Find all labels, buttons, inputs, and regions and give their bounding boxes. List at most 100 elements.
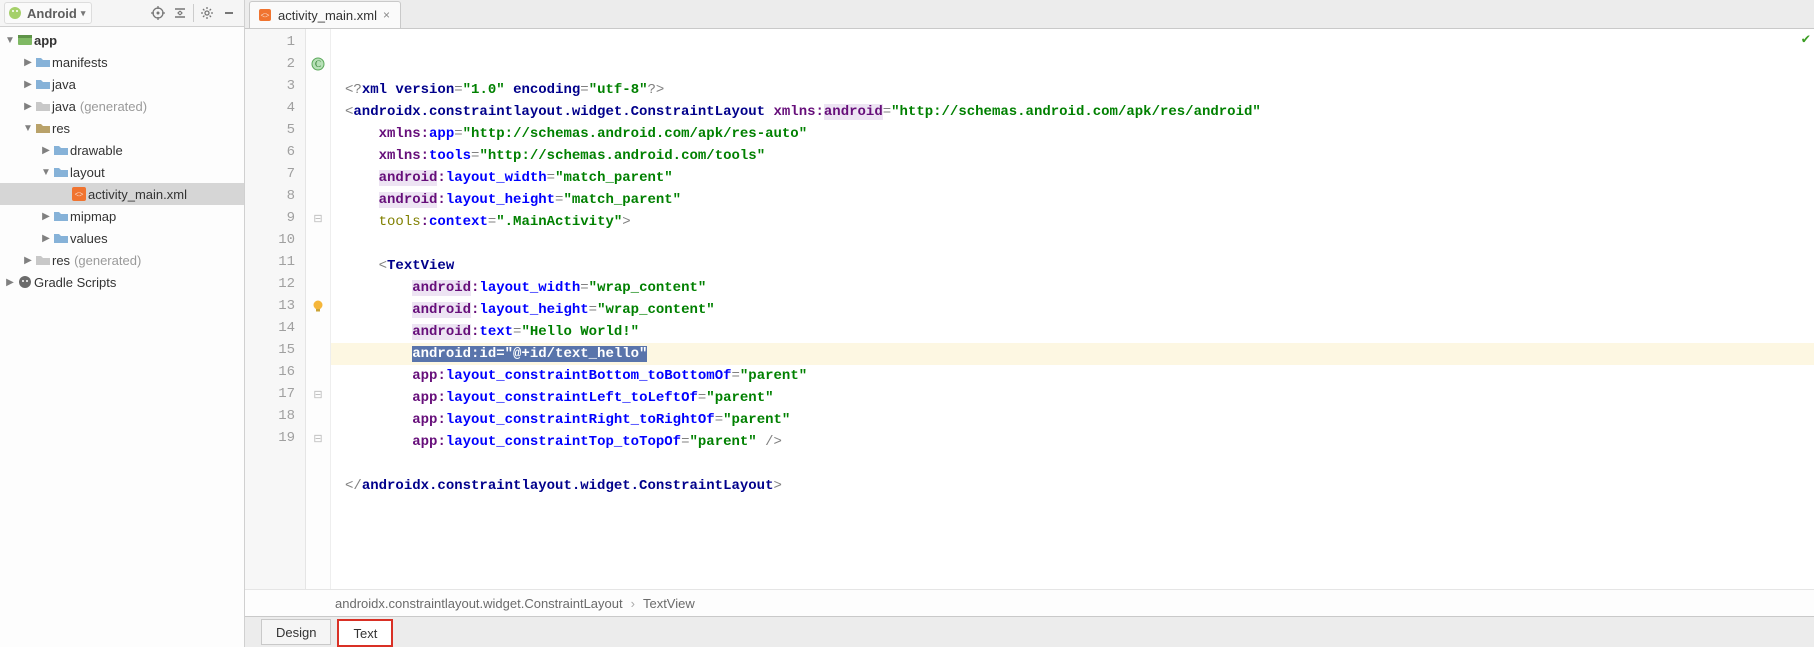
code-line[interactable]: </androidx.constraintlayout.widget.Const…: [331, 475, 1814, 497]
close-icon[interactable]: ×: [383, 8, 390, 22]
code-body[interactable]: ✔ <?xml version="1.0" encoding="utf-8"?>…: [331, 29, 1814, 589]
tree-item[interactable]: ▶mipmap: [0, 205, 244, 227]
chevron-right-icon: ›: [631, 596, 635, 611]
code-line[interactable]: app:layout_constraintRight_toRightOf="pa…: [331, 409, 1814, 431]
tree-item[interactable]: ▶ Gradle Scripts: [0, 271, 244, 293]
svg-text:<>: <>: [260, 11, 270, 20]
folder-icon: [34, 76, 52, 92]
tree-item-label: res: [52, 121, 70, 136]
expand-arrow-icon[interactable]: ▶: [22, 79, 34, 90]
expand-arrow-icon[interactable]: ▶: [22, 255, 34, 266]
code-line[interactable]: <?xml version="1.0" encoding="utf-8"?>: [331, 79, 1814, 101]
tab-text[interactable]: Text: [337, 619, 393, 647]
code-line[interactable]: android:layout_width="match_parent": [331, 167, 1814, 189]
designer-tabs: Design Text: [245, 616, 1814, 647]
expand-arrow-icon[interactable]: ▶: [4, 277, 16, 288]
target-icon[interactable]: [147, 2, 169, 24]
expand-arrow-icon[interactable]: ▶: [40, 145, 52, 156]
code-line[interactable]: xmlns:tools="http://schemas.android.com/…: [331, 145, 1814, 167]
folder-res-icon: [34, 120, 52, 136]
code-line[interactable]: [331, 453, 1814, 475]
code-line[interactable]: <TextView: [331, 255, 1814, 277]
expand-arrow-icon[interactable]: ▶: [22, 101, 34, 112]
breadcrumb[interactable]: androidx.constraintlayout.widget.Constra…: [245, 589, 1814, 616]
folder-icon: [52, 208, 70, 224]
code-line[interactable]: tools:context=".MainActivity">: [331, 211, 1814, 233]
folder-gen-icon: [34, 252, 52, 268]
tree-item[interactable]: ▶ manifests: [0, 51, 244, 73]
android-icon: [7, 5, 23, 21]
xml-file-icon: <>: [258, 8, 272, 22]
tree-item-label: java: [52, 99, 76, 114]
tree-item[interactable]: ▼ layout: [0, 161, 244, 183]
tree-item[interactable]: ▶ java: [0, 73, 244, 95]
tree-item-label: drawable: [70, 143, 123, 158]
expand-arrow-icon[interactable]: ▼: [22, 123, 34, 134]
expand-arrow-icon[interactable]: ▶: [40, 233, 52, 244]
expand-arrow-icon[interactable]: ▼: [4, 35, 16, 46]
line-gutter: 12345678910111213141516171819: [245, 29, 306, 589]
collapse-icon[interactable]: [169, 2, 191, 24]
tree-item[interactable]: ▼ app: [0, 29, 244, 51]
tree-item-suffix: (generated): [74, 253, 141, 268]
expand-arrow-icon[interactable]: ▼: [40, 167, 52, 178]
fold-handle-icon[interactable]: ⊟: [313, 432, 322, 445]
tree-item[interactable]: ▶ values: [0, 227, 244, 249]
tree-item[interactable]: ▶ drawable: [0, 139, 244, 161]
project-tree[interactable]: ▼app▶manifests▶java▶java(generated)▼res▶…: [0, 27, 244, 647]
folder-icon: [52, 164, 70, 180]
svg-text:C: C: [315, 59, 321, 69]
code-line[interactable]: android:id="@+id/text_hello": [331, 343, 1814, 365]
tree-item[interactable]: <> activity_main.xml: [0, 183, 244, 205]
folder-icon: [34, 54, 52, 70]
tree-item[interactable]: ▼ res: [0, 117, 244, 139]
folder-icon: [52, 230, 70, 246]
editor-area: <> activity_main.xml × 12345678910111213…: [245, 0, 1814, 647]
tree-item-label: layout: [70, 165, 105, 180]
svg-text:<>: <>: [74, 190, 84, 199]
class-marker-icon[interactable]: C: [311, 57, 325, 71]
editor-tab-activity-main[interactable]: <> activity_main.xml ×: [249, 1, 401, 28]
tree-item[interactable]: ▶java(generated): [0, 95, 244, 117]
tree-item[interactable]: ▶res(generated): [0, 249, 244, 271]
module-icon: [16, 32, 34, 48]
chevron-down-icon: ▾: [81, 8, 86, 19]
code-line[interactable]: android:layout_height="match_parent": [331, 189, 1814, 211]
code-line[interactable]: android:layout_height="wrap_content": [331, 299, 1814, 321]
divider: [193, 4, 194, 22]
minimize-icon[interactable]: [218, 2, 240, 24]
editor-tab-title: activity_main.xml: [278, 8, 377, 23]
folder-icon: [52, 142, 70, 158]
tree-item-label: values: [70, 231, 108, 246]
tab-design[interactable]: Design: [261, 619, 331, 645]
expand-arrow-icon[interactable]: ▶: [22, 57, 34, 68]
tree-item-label: manifests: [52, 55, 108, 70]
code-line[interactable]: [331, 233, 1814, 255]
project-view-mode[interactable]: Android ▾: [4, 2, 92, 24]
tree-item-label: activity_main.xml: [88, 187, 187, 202]
gradle-icon: [16, 274, 34, 290]
fold-handle-icon[interactable]: ⊟: [313, 388, 322, 401]
code-line[interactable]: <androidx.constraintlayout.widget.Constr…: [331, 101, 1814, 123]
gear-icon[interactable]: [196, 2, 218, 24]
folder-gen-icon: [34, 98, 52, 114]
xml-icon: <>: [70, 186, 88, 202]
project-view-mode-label: Android: [27, 6, 77, 21]
editor-tabs: <> activity_main.xml ×: [245, 0, 1814, 29]
code-line[interactable]: app:layout_constraintLeft_toLeftOf="pare…: [331, 387, 1814, 409]
tree-item-label: Gradle Scripts: [34, 275, 116, 290]
code-line[interactable]: app:layout_constraintTop_toTopOf="parent…: [331, 431, 1814, 453]
breadcrumb-item[interactable]: TextView: [643, 596, 695, 611]
code-line[interactable]: android:text="Hello World!": [331, 321, 1814, 343]
code-line[interactable]: app:layout_constraintBottom_toBottomOf="…: [331, 365, 1814, 387]
tree-item-label: java: [52, 77, 76, 92]
code-line[interactable]: xmlns:app="http://schemas.android.com/ap…: [331, 123, 1814, 145]
tree-item-label: app: [34, 33, 57, 48]
breadcrumb-item[interactable]: androidx.constraintlayout.widget.Constra…: [335, 596, 623, 611]
lightbulb-icon[interactable]: [311, 299, 325, 313]
fold-handle-icon[interactable]: ⊟: [313, 212, 322, 225]
code-editor[interactable]: 12345678910111213141516171819 C ⊟ ⊟ ⊟ ✔ <?x…: [245, 29, 1814, 589]
code-line[interactable]: android:layout_width="wrap_content": [331, 277, 1814, 299]
project-toolbar: Android ▾: [0, 0, 244, 27]
expand-arrow-icon[interactable]: ▶: [40, 211, 52, 222]
